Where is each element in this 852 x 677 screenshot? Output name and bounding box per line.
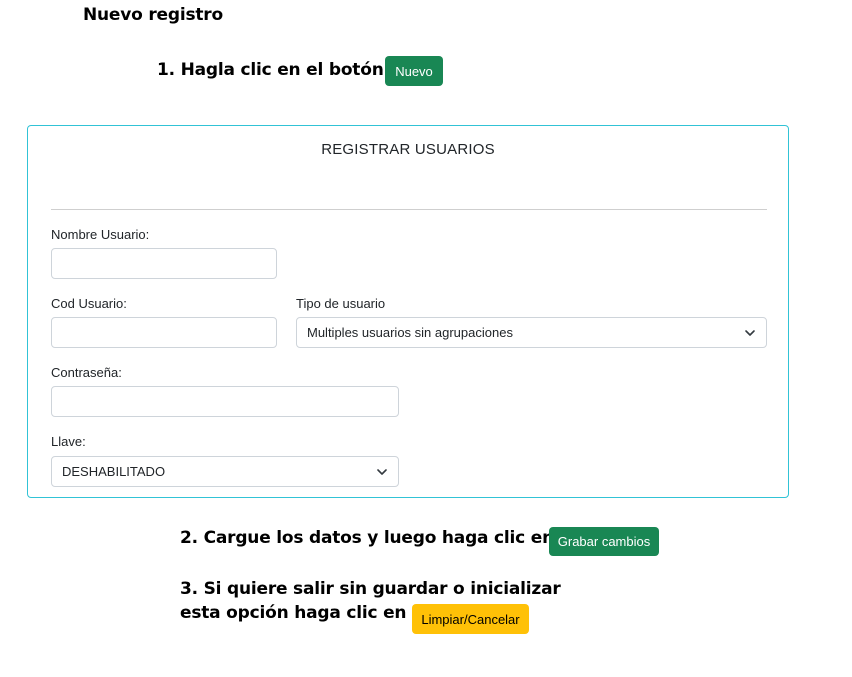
tipo-usuario-select[interactable]: Multiples usuarios sin agrupaciones <box>296 317 767 348</box>
llave-select[interactable]: DESHABILITADO <box>51 456 399 487</box>
cod-usuario-input[interactable] <box>51 317 277 348</box>
limpiar-cancelar-button[interactable]: Limpiar/Cancelar <box>412 604 529 634</box>
contrasena-label: Contraseña: <box>51 365 122 380</box>
card-title: REGISTRAR USUARIOS <box>321 141 495 158</box>
contrasena-input[interactable] <box>51 386 399 417</box>
grabar-cambios-button[interactable]: Grabar cambios <box>549 527 659 556</box>
cod-usuario-label: Cod Usuario: <box>51 296 127 311</box>
nombre-usuario-label: Nombre Usuario: <box>51 227 150 242</box>
llave-value: DESHABILITADO <box>62 464 166 479</box>
nuevo-button[interactable]: Nuevo <box>385 56 443 86</box>
divider <box>51 209 767 210</box>
nombre-usuario-input[interactable] <box>51 248 277 279</box>
step1-instruction: 1. Hagla clic en el botón <box>157 60 384 80</box>
tipo-usuario-label: Tipo de usuario <box>296 296 386 311</box>
tipo-usuario-value: Multiples usuarios sin agrupaciones <box>307 325 513 340</box>
page-title: Nuevo registro <box>83 5 223 25</box>
step3-instruction-line2: esta opción haga clic en <box>180 603 407 623</box>
chevron-down-icon <box>377 469 387 475</box>
chevron-down-icon <box>745 330 755 336</box>
step3-instruction-line1: 3. Si quiere salir sin guardar o inicial… <box>180 579 561 599</box>
registrar-usuarios-card: REGISTRAR USUARIOS Nombre Usuario: Cod U… <box>27 125 789 498</box>
llave-label: Llave: <box>51 434 86 449</box>
step2-instruction: 2. Cargue los datos y luego haga clic en <box>180 528 555 548</box>
